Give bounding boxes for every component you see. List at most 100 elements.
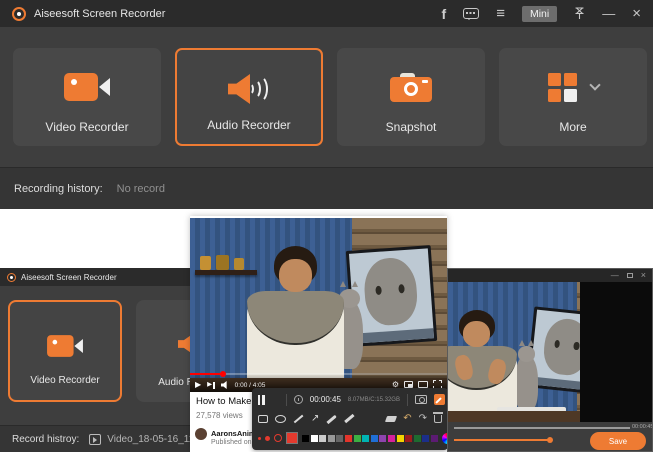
toolbar-row-controls: 00:00:45 8.07MB/C:15.32GB ⚙: [258, 391, 442, 409]
save-button[interactable]: Save: [590, 432, 646, 450]
color-swatch[interactable]: [405, 435, 412, 442]
selected-color[interactable]: [286, 432, 298, 444]
video-file-icon: [89, 434, 101, 445]
brush-size-small[interactable]: [258, 437, 261, 440]
ellipse-tool[interactable]: [275, 415, 286, 423]
color-swatch[interactable]: [362, 435, 369, 442]
card-label: Video Recorder: [10, 375, 120, 386]
more-card[interactable]: More: [499, 48, 647, 146]
brush-size-large[interactable]: [274, 434, 282, 442]
video-camera-icon: [47, 334, 83, 357]
preview-titlebar: — ×: [448, 269, 652, 282]
channel-avatar[interactable]: [195, 428, 207, 440]
card-label: More: [499, 120, 647, 134]
recording-history-bar: Recording history: No record: [0, 167, 653, 209]
brush-size-medium[interactable]: [265, 436, 270, 441]
file-size-info: 8.07MB/C:15.32GB: [348, 397, 400, 403]
pause-button[interactable]: [258, 395, 265, 405]
history-value: No record: [117, 183, 165, 195]
window-title: Aiseesoft Screen Recorder: [34, 8, 165, 20]
minimize-button[interactable]: —: [611, 274, 619, 277]
history-label: Recording history:: [14, 183, 103, 195]
recording-duration: 00:00:45: [310, 395, 341, 404]
toolbar-row-tools: ↗ ↶ ↷: [258, 410, 442, 428]
color-swatch[interactable]: [422, 435, 429, 442]
snapshot-card[interactable]: Snapshot: [337, 48, 485, 146]
color-swatch[interactable]: [345, 435, 352, 442]
minimize-button[interactable]: —: [602, 6, 615, 21]
play-button[interactable]: ▶: [195, 381, 201, 389]
mini-mode-button[interactable]: Mini: [522, 6, 557, 22]
stay-on-top-icon[interactable]: [574, 7, 585, 20]
arrow-tool[interactable]: ↗: [311, 414, 319, 424]
video-recorder-card[interactable]: Video Recorder: [8, 300, 122, 402]
grid-icon: [548, 73, 577, 102]
edit-button[interactable]: [434, 394, 445, 405]
volume-slider[interactable]: [454, 439, 550, 441]
snapshot-camera-icon: [390, 73, 432, 102]
rectangle-tool[interactable]: [258, 415, 268, 423]
eraser-tool[interactable]: [385, 416, 397, 422]
video-recorder-card[interactable]: Video Recorder: [13, 48, 161, 146]
next-button[interactable]: ▶: [207, 382, 215, 389]
theater-mode-icon[interactable]: [418, 381, 428, 388]
color-swatch[interactable]: [302, 435, 309, 442]
video-views: 27,578 views: [196, 411, 243, 420]
marker-tool[interactable]: [345, 414, 356, 424]
maximize-button[interactable]: [627, 273, 633, 278]
progress-knob[interactable]: [220, 371, 226, 377]
app-logo-icon: [7, 273, 16, 282]
main-recorder-window: Aiseesoft Screen Recorder f ≡ Mini — × V…: [0, 0, 653, 209]
feedback-icon[interactable]: [463, 8, 479, 19]
cat-figure: [515, 355, 537, 411]
volume-icon[interactable]: [221, 381, 229, 389]
youtube-progress-bar[interactable]: [190, 373, 447, 375]
color-swatch[interactable]: [414, 435, 421, 442]
audio-recorder-card[interactable]: Audio Recorder: [175, 48, 323, 146]
card-label: Video Recorder: [13, 120, 161, 134]
color-swatch[interactable]: [354, 435, 361, 442]
color-swatch[interactable]: [431, 435, 438, 442]
color-swatch[interactable]: [319, 435, 326, 442]
recording-toolbar: 00:00:45 8.07MB/C:15.32GB ⚙ ↗ ↶ ↷: [252, 388, 448, 450]
menu-icon[interactable]: ≡: [496, 6, 505, 21]
history-label: Record histroy:: [12, 434, 79, 445]
color-swatch[interactable]: [379, 435, 386, 442]
trash-button[interactable]: [434, 415, 442, 423]
toolbar-row-colors: [258, 429, 442, 447]
recording-region: ▶ ▶ 0:00 / 4:05 ⚙: [190, 218, 447, 392]
preview-video[interactable]: [448, 282, 652, 422]
speaker-icon: [226, 72, 272, 106]
color-palette: [302, 435, 438, 442]
close-button[interactable]: ×: [641, 271, 646, 280]
preview-window: — ×: [447, 268, 653, 452]
redo-button[interactable]: ↷: [419, 414, 427, 424]
window-title: Aiseesoft Screen Recorder: [21, 273, 117, 282]
color-swatch[interactable]: [311, 435, 318, 442]
undo-button[interactable]: ↶: [403, 414, 411, 424]
color-swatch[interactable]: [328, 435, 335, 442]
line-tool[interactable]: [294, 415, 304, 423]
card-label: Snapshot: [337, 120, 485, 134]
color-swatch[interactable]: [397, 435, 404, 442]
facebook-share-icon[interactable]: f: [442, 6, 447, 22]
main-titlebar: Aiseesoft Screen Recorder f ≡ Mini — ×: [0, 0, 653, 27]
color-swatch[interactable]: [388, 435, 395, 442]
video-scene: [448, 282, 652, 422]
volume-slider-knob[interactable]: [547, 437, 553, 443]
preview-time: 00:00:45: [632, 424, 653, 430]
miniplayer-icon[interactable]: [404, 381, 413, 388]
timer-icon: [294, 395, 303, 404]
color-swatch[interactable]: [371, 435, 378, 442]
color-swatch[interactable]: [336, 435, 343, 442]
card-label: Audio Recorder: [177, 118, 321, 132]
close-button[interactable]: ×: [632, 5, 641, 22]
preview-progress-bar[interactable]: [454, 427, 630, 429]
app-logo-icon: [12, 7, 26, 21]
screenshot-button[interactable]: [415, 395, 427, 404]
screenshot-canvas: Aiseesoft Screen Recorder f ≡ Mini — × V…: [0, 0, 653, 452]
pen-tool[interactable]: [327, 414, 337, 423]
man-figure: [247, 246, 345, 392]
video-camera-icon: [64, 72, 110, 102]
chevron-down-icon[interactable]: [589, 79, 600, 90]
